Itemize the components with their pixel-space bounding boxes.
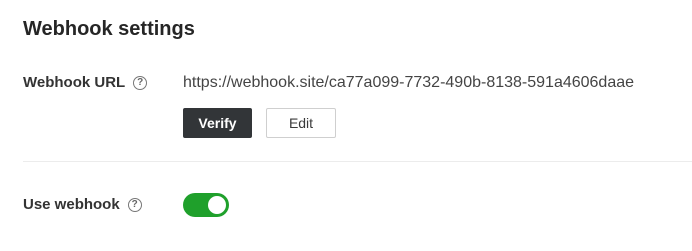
webhook-url-label: Webhook URL <box>23 74 126 91</box>
use-webhook-label: Use webhook <box>23 196 120 213</box>
help-icon[interactable]: ? <box>127 198 142 212</box>
edit-button[interactable]: Edit <box>266 108 336 138</box>
page-title: Webhook settings <box>23 18 195 40</box>
divider <box>23 161 692 162</box>
verify-button[interactable]: Verify <box>183 108 252 138</box>
toggle-knob <box>208 196 226 214</box>
use-webhook-row-label: Use webhook ? <box>23 196 142 214</box>
help-icon[interactable]: ? <box>133 76 148 90</box>
use-webhook-toggle[interactable] <box>183 193 229 217</box>
webhook-url-row-label: Webhook URL ? <box>23 74 148 92</box>
webhook-url-value: https://webhook.site/ca77a099-7732-490b-… <box>183 74 635 91</box>
